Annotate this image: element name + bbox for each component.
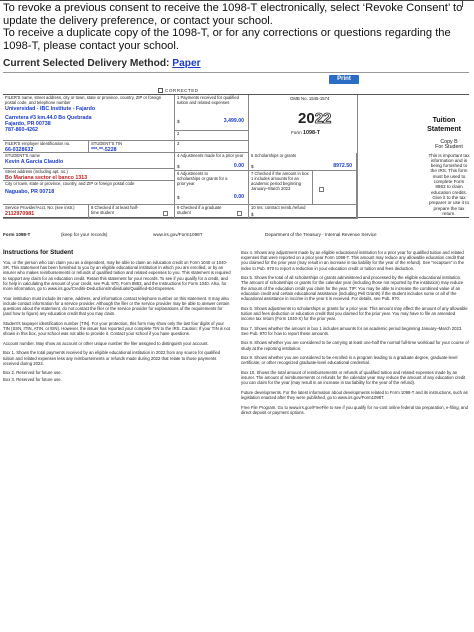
instr-left-para: Your institution must include its name, … xyxy=(3,295,230,317)
divider xyxy=(3,72,469,73)
form-1098t: FILER'S name, street address, city or to… xyxy=(3,94,469,219)
omb-number: OMB No. 1545-1574 xyxy=(290,96,330,101)
filer-tin: FILER'S employer identification no. 66-0… xyxy=(3,141,89,153)
student-tin: STUDENT'S TIN ***-**-5228 xyxy=(89,141,175,153)
intro-duplicate: To receive a duplicate copy of the 1098-… xyxy=(3,27,451,52)
instr-right-para: Box 7. Shows whether the amount in box 1… xyxy=(241,325,463,336)
filer-phone: 787-860-4262 xyxy=(5,126,38,133)
box-6-currency: $ xyxy=(177,195,180,200)
box-6-label: 6 Adjustments to scholarships or grants … xyxy=(177,171,228,186)
instr-left-para: Box 1. Shows the total payments received… xyxy=(3,350,221,366)
footer-keep: (keep for your records) xyxy=(61,232,108,237)
box-7-check-area xyxy=(313,171,357,205)
box-2: 2 xyxy=(175,131,249,141)
account-number: Service Provider/Acct. No. (see instr.) … xyxy=(3,205,89,219)
box-3: 3 xyxy=(175,141,249,153)
box-5: 5 Scholarships or grants $ 8972.50 xyxy=(249,153,357,171)
student-city: City or town, state or province, country… xyxy=(3,181,175,205)
delivery-method-link[interactable]: Paper xyxy=(172,58,200,69)
form-name: Form 1098-T xyxy=(291,130,320,136)
box-10-currency: $ xyxy=(251,212,254,217)
footer-form: Form 1098-T xyxy=(3,232,31,237)
student-city-value: Naguabo, PR 00718 xyxy=(5,188,55,195)
box-6-value: 0.00 xyxy=(233,194,244,200)
copy-b-body: This is important tax information and is… xyxy=(428,152,470,216)
instr-left-para: Student's taxpayer identification number… xyxy=(3,320,230,337)
student-street: Street address (including apt. no.) Bo M… xyxy=(3,169,175,181)
year-prefix: 20 xyxy=(298,110,315,127)
account-value: 2112970981 xyxy=(5,210,35,217)
box-7: 7 Checked if the amount in box 1 include… xyxy=(249,171,313,205)
footer-dept: Department of the Treasury - Internal Re… xyxy=(265,232,377,237)
delivery-label: Current Selected Delivery Method: xyxy=(3,58,170,69)
box-4-currency: $ xyxy=(177,164,180,169)
corrected-checkbox xyxy=(158,88,163,94)
student-street-value: Bo Mariana sector el banco 1313 xyxy=(5,174,88,181)
instructions-right: Box 4. Shows any adjustment made by an e… xyxy=(241,250,469,420)
student-tin-value: ***-**-5228 xyxy=(91,146,117,153)
form-number: 1098-T xyxy=(303,130,321,136)
footer-url: www.irs.gov/Form1098T xyxy=(153,232,203,237)
box-7-checkbox xyxy=(319,187,324,192)
instr-right-para: Box 8. Shows whether you are considered … xyxy=(241,340,469,351)
box-1-value: 3,499.00 xyxy=(223,118,244,124)
copy-b: Copy B For Student This is important tax… xyxy=(428,139,470,216)
filer-info: FILER'S name, street address, city or to… xyxy=(3,95,175,141)
corrected-indicator: CORRECTED xyxy=(158,88,199,94)
box-1-label: 1 Payments received for qualified tuitio… xyxy=(177,95,239,105)
box-6: 6 Adjustments to scholarships or grants … xyxy=(175,171,249,205)
box-4-label: 4 Adjustments made for a prior year xyxy=(177,153,244,158)
box-10: 10 Ins. contract reimb./refund $ xyxy=(249,205,357,219)
filer-name: Universidad - IBC Institute - Fajardo xyxy=(5,105,96,112)
instr-right-para: Box 5. Shows the total of all scholarshi… xyxy=(241,275,464,302)
instructions-left: You, or the person who can claim you as … xyxy=(3,260,231,386)
box-9-label: 9 Checked if a graduate student xyxy=(177,205,222,215)
year-suffix: 22 xyxy=(314,110,332,128)
box-2-label: 2 xyxy=(177,131,180,136)
instr-left-para: You, or the person who can claim you as … xyxy=(3,260,231,292)
box-4-value: 0.00 xyxy=(233,163,244,169)
tax-year: 2022 xyxy=(298,110,332,128)
box-5-currency: $ xyxy=(251,164,254,169)
intro-revoke: To revoke a previous consent to receive … xyxy=(3,2,463,27)
box-8-checkbox xyxy=(163,211,168,216)
instr-right-para: Box 10. Shows the total amount of reimbu… xyxy=(241,370,466,386)
box-9-checkbox xyxy=(237,211,242,216)
delivery-method: Current Selected Delivery Method: Paper xyxy=(3,58,201,69)
box-5-value: 8972.50 xyxy=(333,163,352,169)
student-city-label: City or town, state or province, country… xyxy=(5,181,135,186)
instr-right-para: Box 9. Shows whether you are considered … xyxy=(241,355,458,366)
instr-right-para: Future developments. For the latest info… xyxy=(241,390,468,401)
student-name-value: Kevin A Garcia Claudio xyxy=(5,158,64,165)
instr-right-para: Free File Program. Go to www.irs.gov/Fre… xyxy=(241,404,469,415)
instr-right-para: Box 6. Shows adjustments to scholarships… xyxy=(241,305,468,322)
box-4: 4 Adjustments made for a prior year $ 0.… xyxy=(175,153,249,171)
print-button[interactable]: Print xyxy=(329,75,359,84)
filer-tin-value: 66-0328632 xyxy=(5,146,34,153)
box-10-label: 10 Ins. contract reimb./refund xyxy=(251,205,306,210)
box-3-label: 3 xyxy=(177,141,180,146)
student-name: STUDENT'S name Kevin A Garcia Claudio xyxy=(3,153,175,169)
box-7-label: 7 Checked if the amount in box 1 include… xyxy=(251,171,309,191)
corrected-label: CORRECTED xyxy=(165,88,199,93)
instr-left-para: Account number. May show an account or o… xyxy=(3,340,209,346)
box-1-currency: $ xyxy=(177,119,180,124)
copy-b-subtitle: For Student xyxy=(435,144,463,151)
instr-right-para: Box 4. Shows any adjustment made by an e… xyxy=(241,250,465,271)
form-prefix: Form xyxy=(291,130,302,135)
box-8: 8 Checked if at least half-time student xyxy=(89,205,175,219)
instr-left-para: Box 2. Reserved for future use. xyxy=(3,370,62,376)
intro-text: To revoke a previous consent to receive … xyxy=(3,2,469,52)
box-5-label: 5 Scholarships or grants xyxy=(251,153,297,158)
box-9: 9 Checked if a graduate student xyxy=(175,205,249,219)
box-1: 1 Payments received for qualified tuitio… xyxy=(175,95,249,131)
filer-label: FILER'S name, street address, city or to… xyxy=(5,95,162,105)
tuition-statement-title: Tuition Statement xyxy=(427,117,461,133)
instr-left-para: Box 3. Reserved for future use. xyxy=(3,376,62,382)
instructions-heading: Instructions for Student xyxy=(3,249,74,256)
box-8-label: 8 Checked if at least half-time student xyxy=(91,205,139,215)
